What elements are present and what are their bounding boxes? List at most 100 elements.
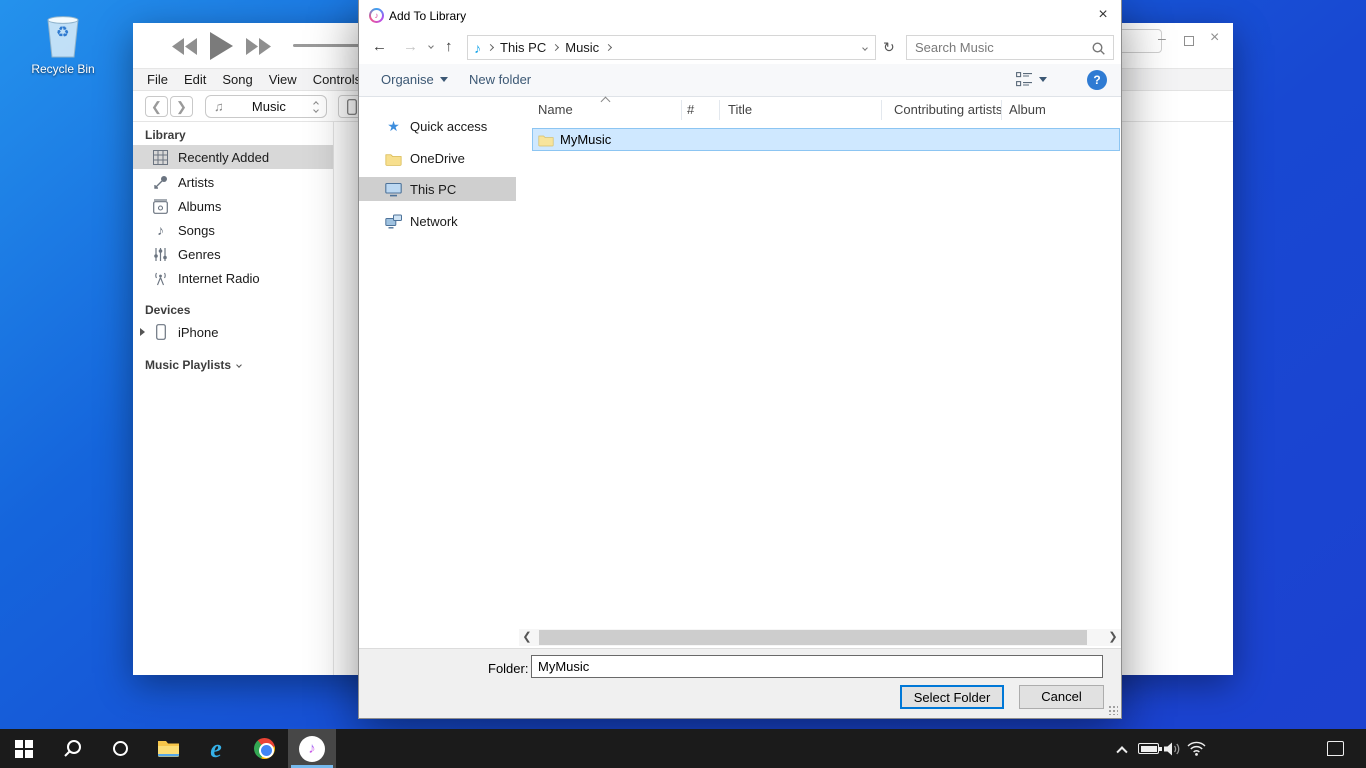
- sidebar-item-label: Genres: [178, 247, 221, 262]
- search-icon[interactable]: [1092, 42, 1105, 55]
- disclosure-triangle-icon[interactable]: [140, 328, 145, 336]
- column-divider[interactable]: [1001, 100, 1002, 120]
- sidebar-item-iphone[interactable]: iPhone: [133, 320, 333, 344]
- file-list: Name # Title Contributing artists Album …: [516, 97, 1121, 626]
- chrome-button[interactable]: [240, 729, 288, 768]
- next-track-icon[interactable]: [246, 38, 271, 55]
- play-icon[interactable]: [210, 32, 233, 60]
- recycle-bin[interactable]: ♻ Recycle Bin: [20, 10, 106, 76]
- sidebar-item-label: iPhone: [178, 325, 218, 340]
- search-input[interactable]: [907, 36, 1113, 59]
- sidebar-item-internet-radio[interactable]: Internet Radio: [133, 266, 333, 290]
- column-divider[interactable]: [719, 100, 720, 120]
- taskbar-search-button[interactable]: [48, 729, 96, 768]
- sidebar-item-genres[interactable]: Genres: [133, 242, 333, 266]
- sliders-icon: [152, 246, 169, 263]
- tray-show-hidden-icons[interactable]: [1110, 729, 1134, 768]
- menu-file[interactable]: File: [147, 72, 168, 87]
- itunes-close-icon[interactable]: ×: [1210, 29, 1219, 47]
- column-album[interactable]: Album: [1009, 102, 1046, 117]
- start-button[interactable]: [0, 729, 48, 768]
- cortana-button[interactable]: [96, 729, 144, 768]
- itunes-taskbar-button[interactable]: ♪: [288, 729, 336, 768]
- nav-item-network[interactable]: Network: [359, 210, 516, 233]
- view-options-button[interactable]: [1016, 72, 1047, 87]
- scroll-left-icon[interactable]: ❮: [519, 629, 535, 646]
- sidebar-item-songs[interactable]: ♪ Songs: [133, 218, 333, 242]
- folder-icon: [538, 133, 554, 147]
- column-name[interactable]: Name: [538, 102, 573, 117]
- music-note-icon: ♪: [474, 40, 481, 56]
- file-explorer-button[interactable]: [144, 729, 192, 768]
- column-contributing-artists[interactable]: Contributing artists: [894, 102, 1002, 117]
- battery-icon: [1138, 743, 1159, 754]
- star-icon: ★: [385, 119, 402, 135]
- column-divider[interactable]: [681, 100, 682, 120]
- speaker-icon: [1163, 741, 1182, 757]
- cortana-icon: [113, 741, 128, 756]
- address-dropdown-chevron-icon[interactable]: [862, 45, 868, 51]
- up-icon[interactable]: ↑: [445, 38, 453, 55]
- itunes-minimize-icon[interactable]: –: [1158, 29, 1166, 47]
- folder-name-input[interactable]: [531, 655, 1103, 678]
- breadcrumb[interactable]: ♪ This PC Music: [467, 35, 876, 60]
- refresh-icon[interactable]: ↻: [883, 39, 895, 56]
- media-picker[interactable]: ♫ Music: [205, 95, 327, 118]
- action-center-icon: [1327, 741, 1344, 756]
- sidebar-item-recently-added[interactable]: Recently Added: [133, 145, 333, 169]
- sidebar-item-label: Albums: [178, 199, 221, 214]
- nav-item-label: Quick access: [410, 119, 487, 134]
- recent-locations-chevron-icon[interactable]: [428, 43, 434, 49]
- dialog-titlebar[interactable]: ♪ Add To Library ×: [359, 0, 1121, 31]
- back-icon[interactable]: ←: [372, 38, 387, 55]
- search-icon: [63, 739, 82, 758]
- help-button[interactable]: ?: [1087, 70, 1107, 90]
- action-center-button[interactable]: [1318, 729, 1352, 768]
- internet-explorer-button[interactable]: e: [192, 729, 240, 768]
- column-divider[interactable]: [881, 100, 882, 120]
- tray-network[interactable]: [1182, 729, 1210, 768]
- column-title[interactable]: Title: [728, 102, 752, 117]
- itunes-back-button[interactable]: ❮: [145, 96, 168, 117]
- dialog-toolbar: Organise New folder ?: [359, 64, 1121, 97]
- breadcrumb-music[interactable]: Music: [565, 40, 599, 55]
- nav-item-quick-access[interactable]: ★ Quick access: [359, 115, 516, 138]
- file-row-mymusic[interactable]: MyMusic: [532, 128, 1120, 151]
- file-explorer-icon: [157, 739, 180, 758]
- sidebar-item-label: Artists: [178, 175, 214, 190]
- music-playlists-header[interactable]: Music Playlists: [145, 358, 241, 372]
- nav-item-label: OneDrive: [410, 151, 465, 166]
- column-number[interactable]: #: [687, 102, 694, 117]
- dialog-navrow: ← → ↑ ♪ This PC Music ↻: [359, 31, 1121, 64]
- menu-edit[interactable]: Edit: [184, 72, 206, 87]
- dialog-close-icon[interactable]: ×: [1091, 3, 1115, 27]
- windows-logo-icon: [15, 740, 33, 758]
- menu-song[interactable]: Song: [222, 72, 252, 87]
- select-folder-button[interactable]: Select Folder: [900, 685, 1004, 709]
- cancel-button[interactable]: Cancel: [1019, 685, 1104, 709]
- sidebar-item-artists[interactable]: Artists: [133, 170, 333, 194]
- previous-track-icon[interactable]: [172, 38, 197, 55]
- itunes-forward-button[interactable]: ❯: [170, 96, 193, 117]
- nav-item-onedrive[interactable]: OneDrive: [359, 147, 516, 170]
- onedrive-folder-icon: [385, 151, 402, 167]
- scroll-right-icon[interactable]: ❯: [1105, 629, 1121, 646]
- resize-grip[interactable]: [1108, 705, 1118, 715]
- nav-item-label: Network: [410, 214, 458, 229]
- breadcrumb-separator-icon: [552, 44, 559, 51]
- itunes-maximize-icon[interactable]: [1184, 32, 1194, 50]
- scrollbar-thumb[interactable]: [539, 630, 1087, 645]
- new-folder-button[interactable]: New folder: [469, 72, 531, 87]
- organise-label: Organise: [381, 72, 434, 87]
- organise-button[interactable]: Organise: [381, 72, 448, 87]
- file-name: MyMusic: [560, 132, 611, 147]
- itunes-search-field[interactable]: [1116, 29, 1162, 53]
- menu-view[interactable]: View: [269, 72, 297, 87]
- media-picker-value: Music: [224, 99, 314, 114]
- volume-slider[interactable]: [293, 44, 361, 47]
- sidebar-item-albums[interactable]: Albums: [133, 194, 333, 218]
- horizontal-scrollbar[interactable]: ❮ ❯: [519, 629, 1121, 646]
- breadcrumb-this-pc[interactable]: This PC: [500, 40, 546, 55]
- menu-controls[interactable]: Controls: [313, 72, 361, 87]
- nav-item-this-pc[interactable]: This PC: [359, 177, 516, 201]
